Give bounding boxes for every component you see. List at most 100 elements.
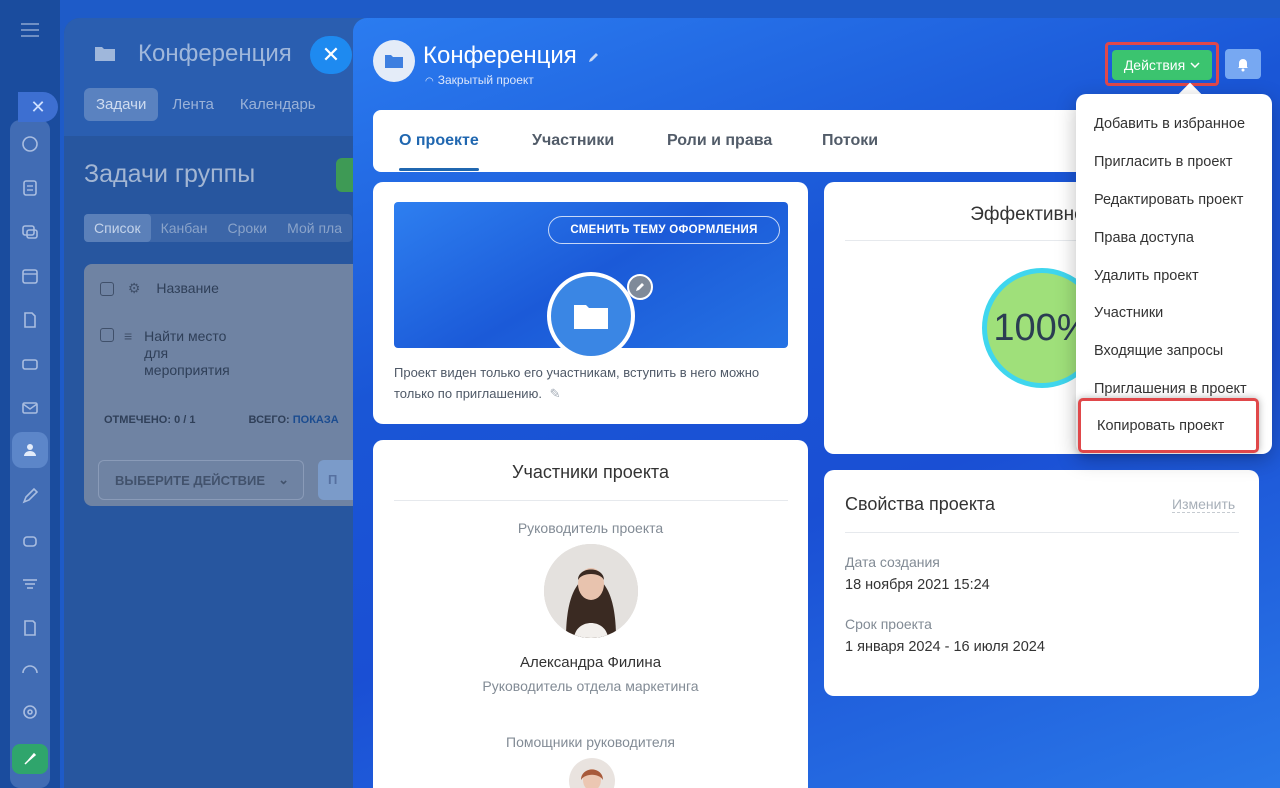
task-name[interactable]: Найти место для мероприятия (144, 328, 230, 379)
menu-item-members[interactable]: Участники (1094, 305, 1163, 321)
project-avatar[interactable] (547, 272, 635, 360)
tab-members[interactable]: Участники (532, 132, 614, 150)
head-role-label: Руководитель проекта (517, 520, 664, 536)
assistant-avatar[interactable] (569, 758, 615, 788)
assistants-label: Помощники руководителя (506, 734, 675, 750)
copy-project-label: Копировать проект (1097, 418, 1225, 434)
menu-burger-icon[interactable] (0, 0, 60, 60)
background-header: Конференция ✕ Задачи Лента Календарь (64, 18, 364, 136)
select-all-checkbox[interactable] (100, 282, 114, 297)
feed-icon[interactable] (18, 176, 42, 200)
mail-icon[interactable] (18, 396, 42, 420)
menu-item-add-favorite[interactable]: Добавить в избранное (1094, 116, 1245, 132)
background-tabs: Задачи Лента Календарь (84, 88, 330, 121)
task-name-line3: мероприятия (144, 362, 230, 378)
task-checkbox[interactable] (100, 328, 114, 342)
show-total-link[interactable]: ПОКАЗА (293, 414, 339, 426)
change-theme-button[interactable]: СМЕНИТЬ ТЕМУ ОФОРМЛЕНИЯ (548, 216, 780, 244)
actions-button[interactable]: Действия (1112, 50, 1212, 80)
rocket-icon[interactable] (12, 744, 48, 774)
edit-properties-link[interactable]: Изменить (1172, 496, 1236, 513)
action-select-label: ВЫБЕРИТЕ ДЕЙСТВИЕ (115, 473, 266, 488)
project-visibility: ◠ Закрытый проект (425, 73, 534, 87)
view-tabs: Список Канбан Сроки Мой пла (84, 214, 352, 242)
chat-icon[interactable] (18, 220, 42, 244)
task-name-line2: для (144, 345, 169, 361)
robot-icon[interactable] (18, 528, 42, 552)
created-label: Дата создания (845, 554, 940, 570)
total-label: ВСЕГО: (248, 414, 290, 426)
task-footer: ОТМЕЧЕНО: 0 / 1 ВСЕГО: ПОКАЗА (104, 414, 339, 426)
actions-label: Действия (1123, 57, 1186, 73)
task-list-card: ⚙ Название ≡ Найти место для мероприятия… (84, 264, 364, 506)
view-tab-deadlines[interactable]: Сроки (217, 214, 277, 242)
background-project-panel: Конференция ✕ Задачи Лента Календарь Зад… (64, 18, 364, 788)
left-rail: ✕ (0, 0, 60, 788)
folder-icon (574, 305, 608, 329)
drag-handle-icon[interactable]: ≡ (124, 328, 132, 379)
tab-roles[interactable]: Роли и права (667, 132, 772, 150)
disk-icon[interactable] (18, 352, 42, 376)
pen-icon[interactable] (18, 484, 42, 508)
tab-flows[interactable]: Потоки (822, 132, 878, 150)
filter-icon[interactable] (18, 572, 42, 596)
created-value: 18 ноября 2021 15:24 (845, 577, 990, 593)
project-visibility-label: Закрытый проект (437, 73, 534, 87)
tab-feed[interactable]: Лента (160, 88, 226, 121)
properties-title: Свойства проекта (845, 494, 995, 514)
tab-calendar[interactable]: Календарь (228, 88, 328, 121)
palette-icon[interactable] (18, 132, 42, 156)
avatar[interactable] (544, 544, 638, 638)
edit-description-icon[interactable]: ✎ (550, 386, 561, 401)
folder-icon (94, 44, 116, 62)
tab-about[interactable]: О проекте (399, 132, 479, 150)
project-tabs: О проекте Участники Роли и права Потоки (373, 110, 1161, 172)
about-card: СМЕНИТЬ ТЕМУ ОФОРМЛЕНИЯ Проект виден тол… (373, 182, 808, 424)
chevron-down-icon: ⌄ (278, 472, 289, 487)
properties-card: Свойства проекта Изменить Дата создания … (824, 470, 1259, 696)
edit-avatar-icon[interactable] (627, 274, 653, 300)
view-tab-my-plan[interactable]: Мой пла (277, 214, 352, 242)
menu-item-incoming-requests[interactable]: Входящие запросы (1094, 343, 1223, 359)
active-tab-indicator (399, 168, 479, 171)
menu-item-copy-project[interactable]: Копировать проект (1078, 398, 1259, 453)
project-description: Проект виден только его участникам, всту… (394, 362, 774, 404)
menu-item-invitations[interactable]: Приглашения в проект (1094, 381, 1247, 397)
speed-icon[interactable] (18, 656, 42, 680)
background-title: Конференция (138, 40, 292, 67)
action-select[interactable]: ВЫБЕРИТЕ ДЕЙСТВИЕ ⌄ (98, 460, 304, 500)
document-icon[interactable] (18, 308, 42, 332)
edit-doc-icon[interactable] (18, 616, 42, 640)
settings-gear-icon[interactable] (18, 700, 42, 724)
menu-item-invite[interactable]: Пригласить в проект (1094, 154, 1233, 170)
bell-icon[interactable] (1225, 49, 1261, 79)
private-icon: ◠ (425, 76, 434, 87)
gear-icon[interactable]: ⚙ (128, 280, 141, 296)
view-tab-kanban[interactable]: Канбан (151, 214, 218, 242)
project-folder-icon (373, 40, 415, 82)
view-tab-list[interactable]: Список (84, 214, 151, 242)
term-label: Срок проекта (845, 616, 932, 632)
menu-item-delete-project[interactable]: Удалить проект (1094, 268, 1199, 284)
marked-label: ОТМЕЧЕНО: (104, 414, 172, 426)
calendar-icon[interactable] (18, 264, 42, 288)
members-card: Участники проекта Руководитель проекта А… (373, 440, 808, 788)
table-header: ⚙ Название (100, 280, 219, 297)
head-name[interactable]: Александра Филина (373, 654, 808, 671)
apply-button[interactable]: П (318, 460, 358, 500)
menu-item-access-rights[interactable]: Права доступа (1094, 230, 1194, 246)
groups-icon[interactable] (12, 432, 48, 468)
column-title: Название (156, 280, 219, 296)
divider (845, 532, 1239, 533)
close-slider-icon[interactable]: ✕ (18, 92, 58, 122)
head-position: Руководитель отдела маркетинга (482, 678, 699, 694)
menu-item-edit-project[interactable]: Редактировать проект (1094, 192, 1243, 208)
term-value: 1 января 2024 - 16 июля 2024 (845, 639, 1045, 655)
edit-title-icon[interactable] (587, 50, 601, 64)
table-row[interactable]: ≡ Найти место для мероприятия (100, 328, 230, 379)
tab-tasks[interactable]: Задачи (84, 88, 159, 121)
divider (394, 500, 788, 501)
project-title: Конференция (423, 42, 577, 69)
task-name-line1: Найти место (144, 328, 227, 344)
close-icon[interactable]: ✕ (310, 36, 352, 74)
